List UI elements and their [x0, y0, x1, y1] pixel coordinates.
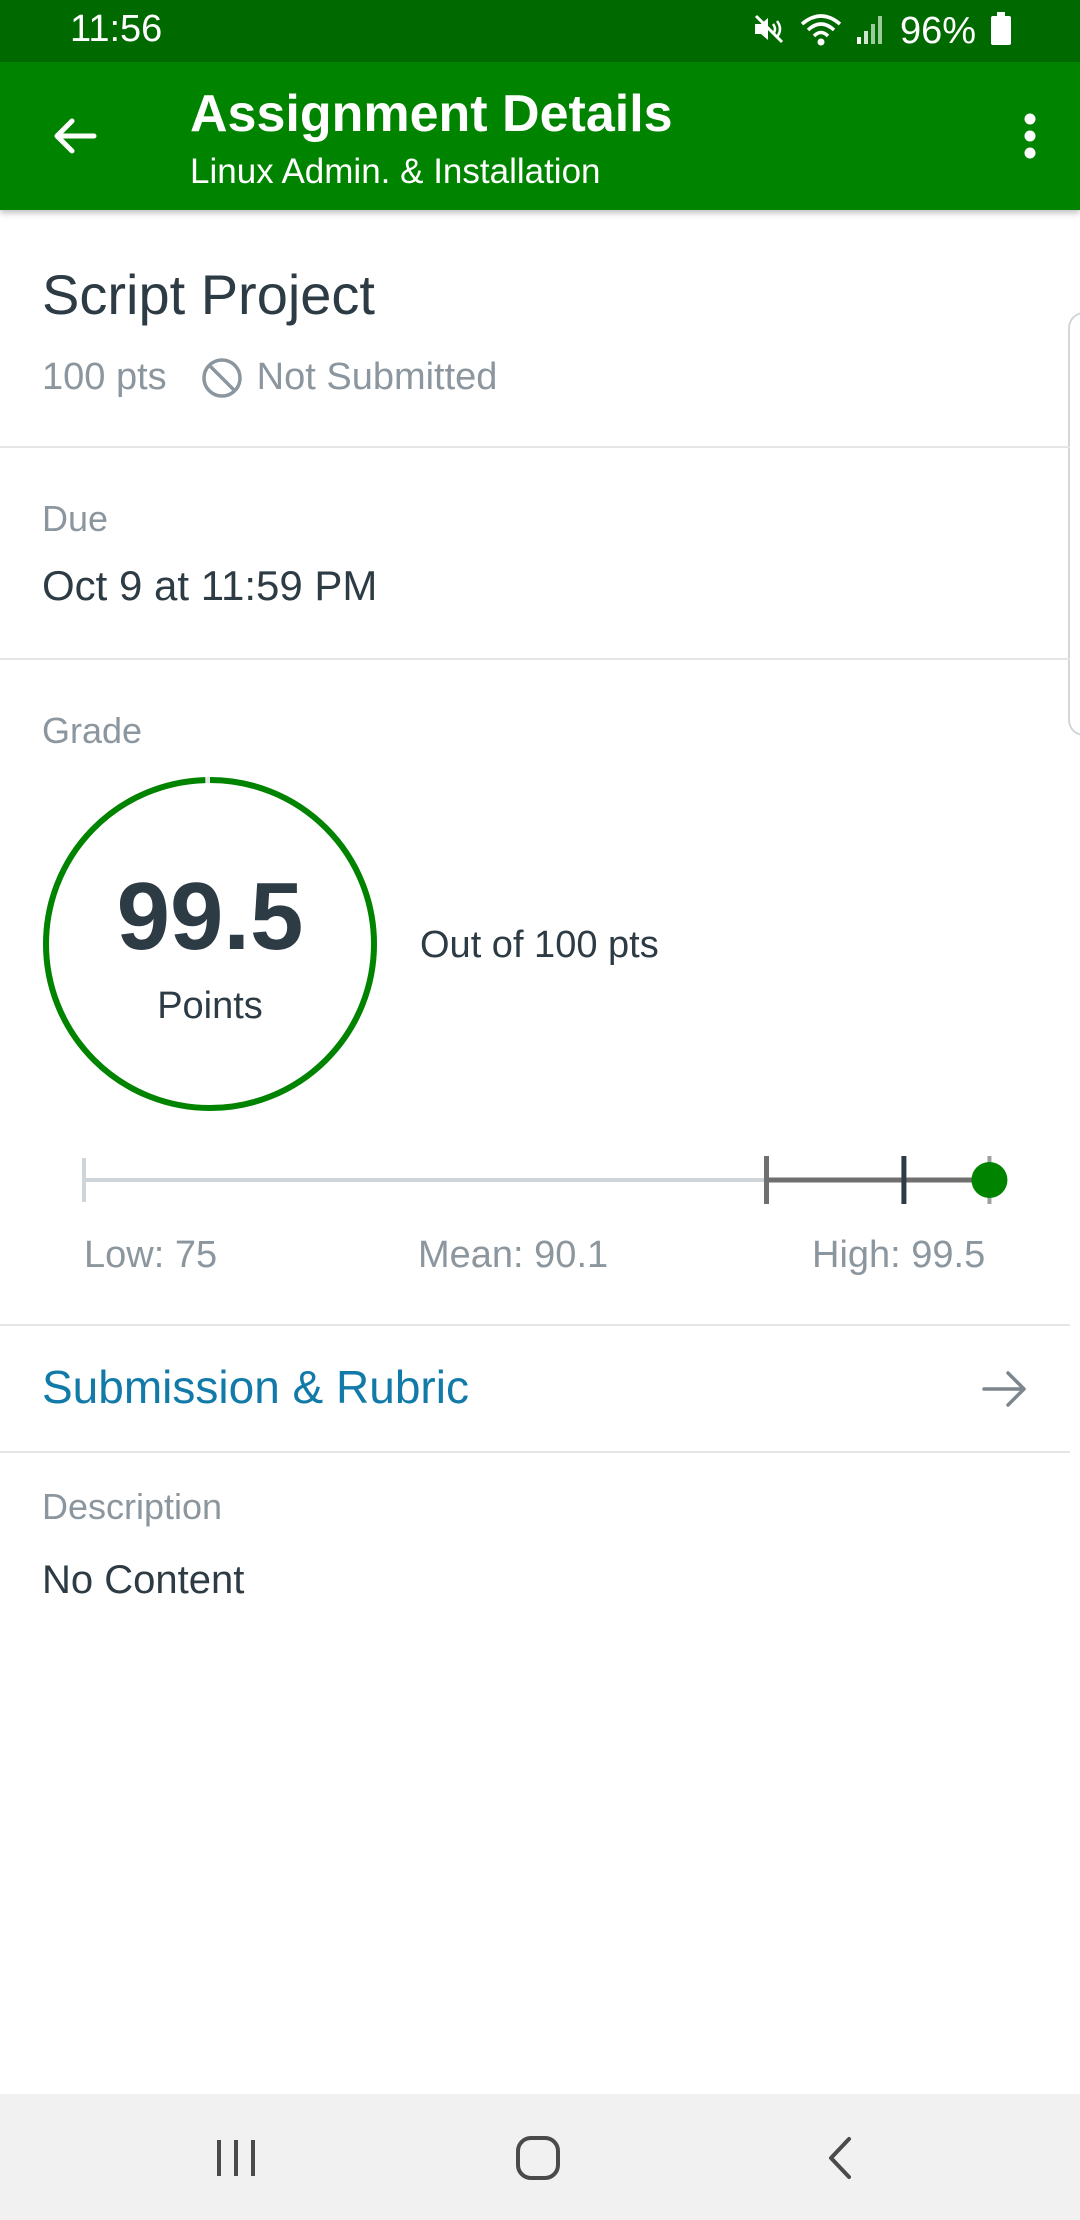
nav-back-button[interactable]: [800, 2122, 880, 2194]
back-arrow-icon: [54, 118, 97, 154]
home-icon: [516, 2136, 560, 2180]
due-date: Oct 9 at 11:59 PM: [42, 562, 378, 609]
divider: [0, 658, 1070, 660]
grade-score: 99.5: [116, 863, 304, 970]
submission-rubric-link[interactable]: Submission & Rubric: [0, 1326, 1070, 1452]
course-name: Linux Admin. & Installation: [190, 152, 601, 191]
assignment-title: Script Project: [42, 263, 375, 326]
screen: 11:56 96% Assignment Details Linux Admin…: [0, 0, 1080, 2220]
grade-out-of: Out of 100 pts: [420, 924, 659, 966]
assignment-points: 100 pts: [42, 356, 167, 398]
status-time: 11:56: [70, 8, 163, 50]
score-distribution: [82, 1156, 1008, 1204]
app-bar: Assignment Details Linux Admin. & Instal…: [0, 62, 1080, 210]
back-icon: [829, 2137, 851, 2179]
mute-icon: [752, 12, 786, 51]
submission-rubric-label: Submission & Rubric: [42, 1361, 469, 1413]
page-title: Assignment Details: [190, 85, 673, 143]
more-vert-icon: [1024, 113, 1036, 159]
system-nav-bar: [0, 2094, 1080, 2220]
assignment-meta: 100 pts Not Submitted: [42, 356, 497, 399]
signal-icon: [856, 13, 886, 50]
status-bar: 11:56 96%: [0, 0, 1080, 62]
description-label: Description: [42, 1486, 223, 1527]
due-label: Due: [42, 498, 109, 539]
arrow-right-icon: [982, 1371, 1026, 1407]
grade-unit: Points: [157, 985, 263, 1027]
battery-icon: [990, 11, 1012, 51]
back-button[interactable]: [40, 102, 108, 170]
submission-status: Not Submitted: [256, 356, 498, 398]
edge-panel-handle[interactable]: [1068, 312, 1080, 736]
wifi-icon: [800, 12, 842, 51]
overflow-menu-button[interactable]: [1000, 100, 1060, 172]
status-icons: 96%: [752, 7, 1012, 55]
divider: [0, 1451, 1070, 1453]
grade-label: Grade: [42, 710, 143, 751]
high-score-label: High: 99.5: [812, 1234, 986, 1276]
mean-score-label: Mean: 90.1: [418, 1234, 609, 1276]
low-score-label: Low: 75: [84, 1234, 218, 1276]
battery-percent: 96%: [899, 9, 976, 52]
recent-apps-button[interactable]: [196, 2122, 276, 2194]
divider: [0, 446, 1070, 448]
description-content: No Content: [42, 1558, 245, 1602]
home-button[interactable]: [498, 2122, 578, 2194]
recent-apps-icon: [217, 2140, 255, 2176]
not-submitted-icon: [201, 357, 243, 399]
your-score-marker: [971, 1162, 1008, 1198]
